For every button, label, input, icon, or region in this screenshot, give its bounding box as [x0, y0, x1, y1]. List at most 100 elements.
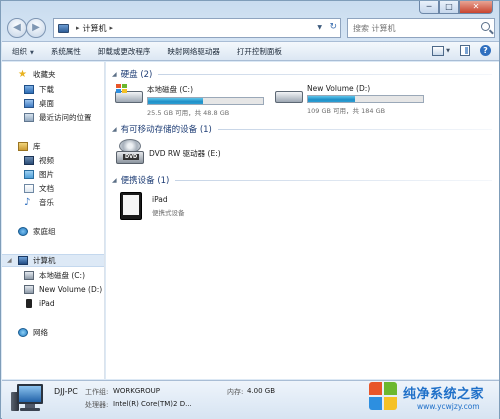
minimize-button[interactable]: ─ [419, 1, 439, 14]
memory-label: 内存: [227, 388, 244, 396]
collapse-arrow-icon[interactable]: ◢ [112, 126, 117, 133]
ipad-icon [120, 192, 142, 220]
breadcrumb-separator[interactable]: ▸ [110, 24, 114, 32]
sidebar-item-videos[interactable]: 视频 [2, 154, 104, 167]
system-drive-icon [114, 84, 144, 106]
group-title: 便携设备 (1) [120, 176, 170, 186]
sidebar-item-label: 图片 [39, 170, 54, 179]
expand-arrow-icon[interactable]: ◢ [7, 257, 12, 264]
organize-label: 组织 [12, 46, 27, 56]
sidebar-item-pictures[interactable]: 图片 [2, 168, 104, 181]
sidebar-item-label: 下载 [39, 85, 54, 94]
sidebar-item-label: 本地磁盘 (C:) [39, 271, 85, 280]
search-input[interactable] [353, 23, 471, 33]
sidebar-item-label: 视频 [39, 156, 54, 165]
ipad-icon [26, 299, 32, 308]
caption-buttons: ─ □ ✕ [419, 1, 493, 15]
forward-button[interactable]: ▶ [26, 18, 46, 38]
device-name: iPad [152, 195, 168, 204]
navigation-pane: ★ 收藏夹 下载 桌面 最近访问的位置 库 视频 图片 文档 ♪ 音乐 家庭组 … [2, 62, 105, 379]
drive-item-dvd[interactable]: DVD DVD RW 驱动器 (E:) [116, 139, 221, 167]
sidebar-item-recent[interactable]: 最近访问的位置 [2, 111, 104, 124]
sidebar-item-local-disk[interactable]: 本地磁盘 (C:) [2, 269, 104, 282]
uninstall-program-button[interactable]: 卸载或更改程序 [98, 46, 151, 57]
sidebar-item-new-volume[interactable]: New Volume (D:) [2, 283, 104, 296]
group-header-hard-disks[interactable]: ◢ 硬盘 (2) [112, 68, 492, 80]
device-item-ipad[interactable]: iPad 便携式设备 [120, 192, 185, 220]
processor-value: Intel(R) Core(TM)2 D... [113, 400, 192, 408]
open-control-panel-button[interactable]: 打开控制面板 [237, 46, 282, 57]
site-watermark: 纯净系统之家 www.ycwjzy.com [367, 380, 497, 416]
collapse-arrow-icon[interactable]: ◢ [112, 71, 117, 78]
group-divider [158, 73, 492, 75]
sidebar-item-music[interactable]: ♪ 音乐 [2, 196, 104, 209]
hard-disk-icon [274, 84, 304, 106]
dvd-badge: DVD [123, 154, 140, 160]
sidebar-item-label: New Volume (D:) [39, 285, 103, 294]
address-bar[interactable]: ▸ 计算机 ▸ ▼ ↻ [53, 18, 341, 38]
content-pane: ◢ 硬盘 (2) 本地磁盘 (C:) 25.5 GB 可用，共 48.8 GB [106, 62, 499, 379]
sidebar-item-label: 家庭组 [33, 227, 56, 236]
sidebar-item-libraries[interactable]: 库 [2, 140, 104, 153]
command-bar: 组织 ▼ 系统属性 卸载或更改程序 映射网络驱动器 打开控制面板 ▼ ? [2, 41, 499, 61]
help-icon[interactable]: ? [480, 45, 491, 56]
address-dropdown-icon[interactable]: ▼ [317, 24, 322, 31]
star-icon: ★ [18, 69, 27, 80]
sidebar-item-homegroup[interactable]: 家庭组 [2, 225, 104, 238]
libraries-icon [18, 142, 28, 151]
system-properties-button[interactable]: 系统属性 [51, 46, 81, 57]
sidebar-item-label: 最近访问的位置 [39, 113, 92, 122]
workgroup-label: 工作组: [85, 388, 109, 396]
sidebar-item-favorites[interactable]: ★ 收藏夹 [2, 68, 104, 81]
desktop-icon [24, 99, 34, 108]
close-button[interactable]: ✕ [459, 1, 493, 14]
drive-item-c[interactable]: 本地磁盘 (C:) 25.5 GB 可用，共 48.8 GB [114, 84, 264, 117]
drive-item-d[interactable]: New Volume (D:) 109 GB 可用，共 184 GB [274, 84, 424, 115]
device-type: 便携式设备 [152, 209, 185, 217]
sidebar-item-desktop[interactable]: 桌面 [2, 97, 104, 110]
drive-name: DVD RW 驱动器 (E:) [149, 148, 221, 158]
group-divider [175, 179, 492, 181]
group-header-removable[interactable]: ◢ 有可移动存储的设备 (1) [112, 123, 492, 135]
hard-disk-icon [24, 285, 34, 294]
preview-pane-icon[interactable] [460, 45, 470, 56]
drive-usage-bar [147, 97, 264, 105]
sidebar-item-ipad[interactable]: iPad [2, 297, 104, 310]
back-button[interactable]: ◀ [7, 18, 27, 38]
drive-usage-fill [308, 96, 356, 102]
drive-info: 本地磁盘 (C:) 25.5 GB 可用，共 48.8 GB [147, 84, 264, 117]
maximize-button[interactable]: □ [439, 1, 459, 14]
computer-icon [11, 384, 45, 414]
sidebar-item-label: 网络 [33, 328, 48, 337]
sidebar-item-network[interactable]: 网络 [2, 326, 104, 339]
sidebar-item-downloads[interactable]: 下载 [2, 83, 104, 96]
search-box[interactable] [347, 18, 495, 38]
refresh-icon[interactable]: ↻ [329, 22, 337, 32]
sidebar-item-label: 库 [33, 142, 41, 151]
windows-logo-icon [369, 382, 399, 412]
group-title: 有可移动存储的设备 (1) [120, 125, 212, 135]
computer-icon [58, 23, 69, 33]
chevron-down-icon: ▼ [30, 49, 34, 56]
music-icon: ♪ [24, 197, 31, 208]
sidebar-item-documents[interactable]: 文档 [2, 182, 104, 195]
change-view-icon[interactable] [432, 45, 445, 56]
sidebar-item-label: iPad [39, 299, 55, 308]
sidebar-item-computer[interactable]: ◢ 计算机 [2, 254, 104, 267]
breadcrumb-separator[interactable]: ▸ [76, 24, 80, 32]
drive-usage-fill [148, 98, 204, 104]
drive-free-space: 109 GB 可用，共 184 GB [307, 107, 386, 115]
organize-button[interactable]: 组织 ▼ [12, 46, 34, 57]
view-dropdown-icon[interactable]: ▼ [446, 48, 450, 54]
map-network-drive-button[interactable]: 映射网络驱动器 [167, 46, 220, 57]
sidebar-item-label: 桌面 [39, 99, 54, 108]
sidebar-item-label: 收藏夹 [33, 70, 56, 79]
group-header-portable[interactable]: ◢ 便携设备 (1) [112, 174, 492, 186]
breadcrumb-computer[interactable]: 计算机 [83, 23, 107, 34]
search-icon[interactable] [481, 22, 490, 31]
collapse-arrow-icon[interactable]: ◢ [112, 177, 117, 184]
hard-disk-icon [24, 271, 34, 280]
explorer-window: ─ □ ✕ ◀ ▶ ▸ 计算机 ▸ ▼ ↻ 组织▼ 系统属性 卸载或更改程序 映… [0, 0, 500, 419]
device-info: iPad 便携式设备 [152, 192, 185, 220]
processor-label: 处理器: [85, 401, 109, 409]
